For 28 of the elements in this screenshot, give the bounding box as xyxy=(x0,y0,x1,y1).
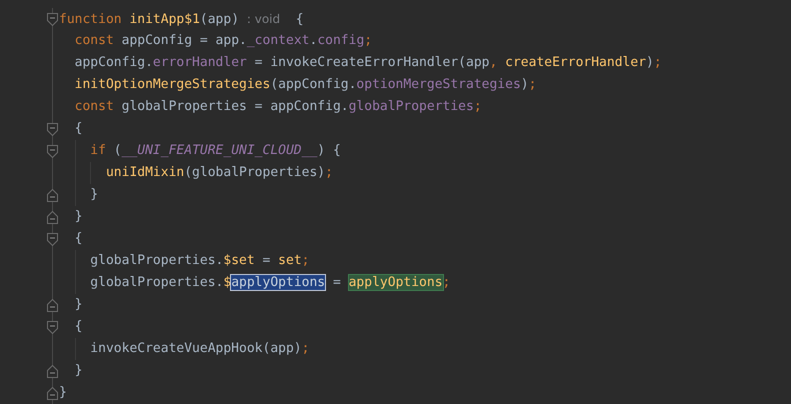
code-line: globalProperties.$set = set; xyxy=(89,252,310,270)
code-line: function initApp$1(app) : void { xyxy=(59,10,304,28)
code-line: const appConfig = app._context.config; xyxy=(74,32,372,50)
fold-icon[interactable] xyxy=(47,144,58,158)
code-line: { xyxy=(74,120,82,138)
fold-icon[interactable] xyxy=(47,298,58,312)
code-line: } xyxy=(89,186,98,204)
code-line: uniIdMixin(globalProperties); xyxy=(104,164,333,182)
code-line: } xyxy=(74,362,82,380)
code-line: } xyxy=(74,208,82,226)
code-line: { xyxy=(74,230,82,248)
fold-icon[interactable] xyxy=(47,320,58,334)
fold-icon[interactable] xyxy=(47,122,58,136)
code-line: appConfig.errorHandler = invokeCreateErrorHandler(app, createErrorHandler); xyxy=(74,54,662,72)
code-line: initOptionMergeStrategies(appConfig.optionMergeStrategies); xyxy=(74,76,536,94)
code-line: invokeCreateVueAppHook(app); xyxy=(89,340,310,358)
fold-icon[interactable] xyxy=(47,188,58,202)
code-line: if (__UNI_FEATURE_UNI_CLOUD__) { xyxy=(89,142,341,160)
fold-icon[interactable] xyxy=(47,386,58,400)
fold-icon[interactable] xyxy=(47,232,58,246)
code-line: { xyxy=(74,318,82,336)
code-line: } xyxy=(74,296,82,314)
code-line: } xyxy=(59,384,67,402)
code-line: globalProperties.$applyOptions = applyOptions; xyxy=(89,274,450,292)
code-line: const globalProperties = appConfig.globalProperties; xyxy=(74,98,482,116)
fold-icon[interactable] xyxy=(47,12,58,26)
fold-icon[interactable] xyxy=(47,364,58,378)
fold-icon[interactable] xyxy=(47,210,58,224)
